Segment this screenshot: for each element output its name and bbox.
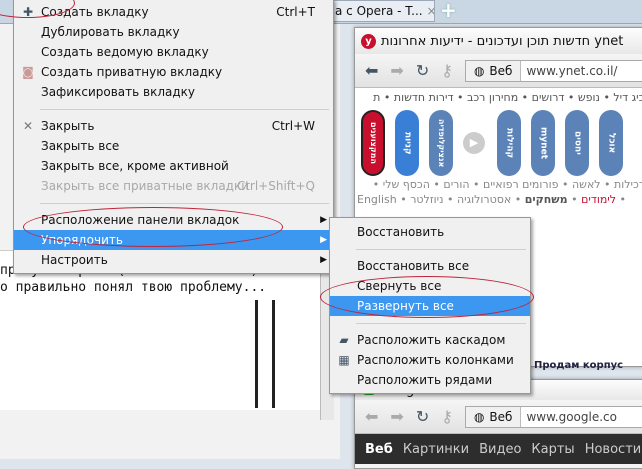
menu-separator xyxy=(356,249,526,250)
globe-icon: ◍ xyxy=(473,63,485,78)
ynet-links-row[interactable]: רכילות • לאשה • פורומים רפואיים • הורים … xyxy=(355,178,642,191)
ynet-pill[interactable]: אוכל xyxy=(599,110,623,176)
submenu-item-minimize-all[interactable]: Свернуть все xyxy=(330,276,530,296)
pill-label: אנציקלופדיה xyxy=(437,118,446,168)
tab-opera[interactable]: a с Opera - T... × xyxy=(330,0,435,22)
google-nav-video[interactable]: Видео xyxy=(479,442,521,457)
pill-label: אוכל xyxy=(606,132,617,154)
private-icon: ◙ xyxy=(22,65,34,79)
submenu-item-tile-columns[interactable]: ▦ Расположить колонками xyxy=(330,350,530,370)
pill-label: mynet xyxy=(538,126,549,160)
ynet-pill[interactable]: אנציקלופדיה xyxy=(429,110,453,176)
search-engine-label[interactable]: Веб xyxy=(489,410,512,424)
ynet-pill[interactable]: קניות xyxy=(395,110,419,176)
menu-item-tab-bar-placement[interactable]: Расположение панели вкладок ▶ xyxy=(14,210,333,230)
pill-label: יחסים xyxy=(572,131,583,155)
menu-item-close-private: Закрыть все приватные вкладки Ctrl+Shift+… xyxy=(41,179,315,193)
play-icon[interactable]: ▶ xyxy=(463,132,485,154)
submenu-item-restore-all[interactable]: Восстановить все xyxy=(330,256,530,276)
address-bar[interactable]: ◍ Веб www.google.co xyxy=(464,405,642,428)
menu-separator xyxy=(40,203,329,204)
address-bar[interactable]: ◍ Веб www.ynet.co.il/ xyxy=(464,59,642,82)
globe-icon: ◍ xyxy=(473,409,485,424)
menu-item-new-tab[interactable]: ✚ Создать вкладку Ctrl+T xyxy=(14,2,333,22)
submenu-arrow-icon: ▶ xyxy=(320,255,327,265)
google-nav-maps[interactable]: Карты xyxy=(531,442,574,457)
cascade-icon: ▰ xyxy=(339,333,349,347)
menu-item-pin-tab[interactable]: Зафиксировать вкладку xyxy=(14,82,333,102)
google-nav-news[interactable]: Новости xyxy=(585,442,642,457)
menu-item-arrange[interactable]: Упорядочить ▶ xyxy=(14,230,333,250)
menu-item-duplicate-tab[interactable]: Дублировать вкладку xyxy=(14,22,333,42)
pill-label: קהילות xyxy=(504,127,515,159)
submenu-item-tile-rows[interactable]: Расположить рядами xyxy=(330,370,530,390)
link-english[interactable]: English xyxy=(357,193,397,206)
new-tab-button[interactable]: + xyxy=(440,0,460,20)
google-nav-images[interactable]: Картинки xyxy=(403,442,469,457)
forward-icon[interactable]: ➡ xyxy=(390,61,403,80)
menu-separator xyxy=(40,109,329,110)
ynet-title: ynet חדשות תוכן ועדכונים - ידיעות אחרונו… xyxy=(381,33,624,49)
divider xyxy=(272,300,275,408)
menu-separator xyxy=(356,323,526,324)
submenu-item-restore[interactable]: Восстановить xyxy=(330,222,530,242)
ynet-navbar: ⬅ ➡ ↻ ⚷ ◍ Веб www.ynet.co.il/ xyxy=(355,54,642,88)
background-text-line: о правильно понял твою проблему... xyxy=(0,280,267,295)
reload-icon[interactable]: ↻ xyxy=(416,61,429,80)
menu-item-close-all[interactable]: Закрыть все xyxy=(14,136,333,156)
google-navbar: ⬅ ➡ ↻ ⚷ ◍ Веб www.google.co xyxy=(355,400,642,434)
url-field[interactable]: www.google.co xyxy=(521,410,622,424)
back-icon[interactable]: ⬅ xyxy=(365,61,378,80)
columns-icon: ▦ xyxy=(338,353,350,367)
behind-link[interactable]: Продам корпус xyxy=(534,360,642,371)
url-field[interactable]: www.ynet.co.il/ xyxy=(521,64,622,78)
ynet-titlebar[interactable]: y ynet חדשות תוכן ועדכונים - ידיעות אחרונ… xyxy=(355,28,642,54)
menu-item-close-others[interactable]: Закрыть все, кроме активной xyxy=(14,156,333,176)
tab-close-icon[interactable]: × xyxy=(426,4,434,18)
ynet-nav-links[interactable]: ביג דיל • נופש • דרושים • מחירון רכב • ד… xyxy=(355,91,642,104)
key-icon[interactable]: ⚷ xyxy=(441,407,453,426)
submenu-item-cascade[interactable]: ▰ Расположить каскадом xyxy=(330,330,530,350)
ynet-logo-icon: y xyxy=(361,33,376,49)
back-icon[interactable]: ⬅ xyxy=(365,407,378,426)
reload-icon[interactable]: ↻ xyxy=(416,407,429,426)
link-games[interactable]: משחקים xyxy=(525,193,568,206)
ynet-pill[interactable]: mynet xyxy=(531,110,555,176)
pill-label: קניות xyxy=(402,131,413,155)
pill-label: המקצוענים xyxy=(369,121,378,165)
close-icon: ✕ xyxy=(22,119,34,133)
submenu-arrow-icon: ▶ xyxy=(320,215,327,225)
ynet-pill[interactable]: יחסים xyxy=(565,110,589,176)
menu-item-customize[interactable]: Настроить ▶ xyxy=(14,250,333,270)
submenu-arrow-icon: ▶ xyxy=(320,235,327,245)
ynet-links-row: English • לימודים • משחקים • אסטרולוגיה … xyxy=(357,193,627,206)
ynet-pill[interactable]: קהילות xyxy=(497,110,521,176)
google-nav: ВебКартинкиВидеоКартыНовостиПе xyxy=(355,434,642,464)
plus-icon: ✚ xyxy=(22,5,34,19)
tab-title: a с Opera - T... xyxy=(335,4,423,18)
key-icon[interactable]: ⚷ xyxy=(441,61,453,80)
search-engine-label[interactable]: Веб xyxy=(489,64,512,78)
menu-item-close[interactable]: ✕ Закрыть Ctrl+W xyxy=(14,116,333,136)
submenu-item-maximize-all[interactable]: Развернуть все xyxy=(330,296,530,316)
tab-context-menu: ✚ Создать вкладку Ctrl+T Дублировать вклад… xyxy=(13,0,334,274)
link-studies[interactable]: לימודים xyxy=(581,193,616,206)
arrange-submenu: Восстановить Восстановить все Свернуть в… xyxy=(329,217,531,394)
divider xyxy=(255,300,258,408)
menu-item-new-private-tab[interactable]: ◙ Создать приватную вкладку xyxy=(14,62,333,82)
forward-icon[interactable]: ➡ xyxy=(390,407,403,426)
ynet-pill[interactable]: המקצוענים xyxy=(361,110,385,176)
menu-item-new-linked-tab[interactable]: Создать ведомую вкладку xyxy=(14,42,333,62)
google-nav-web[interactable]: Веб xyxy=(365,442,393,457)
